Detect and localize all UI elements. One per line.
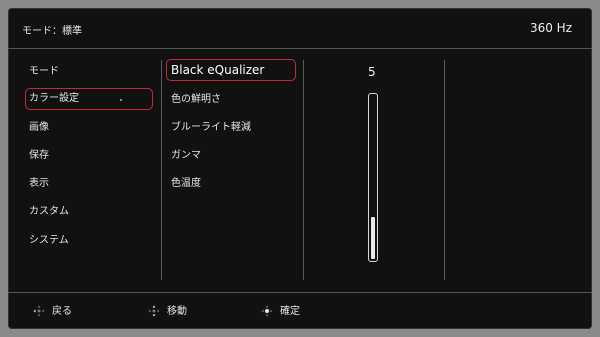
menu-item-mode[interactable]: モード — [25, 61, 153, 83]
menu-item-label: 画像 — [29, 122, 49, 133]
back-label: 戻る — [52, 306, 72, 317]
osd-panel: モード：標準 360 Hz モード カラー設定 画像 保存 表示 カスタム シス… — [8, 8, 592, 329]
submenu-item-color-vibrance[interactable]: 色の鮮明さ — [166, 89, 296, 111]
osd-footer: 戻る 移動 確定 — [8, 292, 592, 329]
menu-item-picture[interactable]: 画像 — [25, 117, 153, 139]
menu-item-custom[interactable]: カスタム — [25, 201, 153, 223]
menu-item-label: モード — [29, 66, 59, 77]
back-hint: 戻る — [32, 304, 72, 318]
menu-item-label: 表示 — [29, 178, 49, 189]
menu-item-label: カスタム — [29, 206, 69, 217]
submenu-item-label: ブルーライト軽減 — [171, 122, 251, 133]
menu-item-system[interactable]: システム — [25, 230, 153, 252]
confirm-label: 確定 — [280, 306, 300, 317]
submenu-item-gamma[interactable]: ガンマ — [166, 145, 296, 167]
submenu-item-label: 色の鮮明さ — [171, 94, 221, 105]
osd-header: モード：標準 360 Hz — [8, 8, 592, 49]
divider-left — [161, 60, 162, 280]
selection-dot — [120, 99, 122, 101]
menu-item-label: 保存 — [29, 150, 49, 161]
menu-item-color-settings[interactable]: カラー設定 — [25, 88, 153, 110]
setting-value: 5 — [368, 65, 376, 79]
menu-item-label: カラー設定 — [29, 93, 79, 104]
submenu-item-label: ガンマ — [171, 150, 201, 161]
level-slider[interactable] — [368, 93, 378, 262]
mode-label: モード：標準 — [22, 26, 82, 37]
submenu-item-color-temperature[interactable]: 色温度 — [166, 173, 296, 195]
submenu-item-black-equalizer[interactable]: Black eQualizer — [166, 59, 296, 81]
dpad-center-icon — [260, 304, 274, 318]
submenu-item-label: 色温度 — [171, 178, 201, 189]
dpad-left-icon — [32, 304, 46, 318]
menu-item-display[interactable]: 表示 — [25, 173, 153, 195]
menu-item-label: システム — [29, 235, 69, 246]
move-hint: 移動 — [147, 304, 187, 318]
divider-mid — [303, 60, 304, 280]
slider-fill — [371, 217, 375, 259]
menu-item-save[interactable]: 保存 — [25, 145, 153, 167]
submenu-item-label: Black eQualizer — [171, 63, 265, 77]
confirm-hint: 確定 — [260, 304, 300, 318]
refresh-rate-label: 360 Hz — [529, 21, 572, 35]
submenu-item-low-blue-light[interactable]: ブルーライト軽減 — [166, 117, 296, 139]
move-label: 移動 — [167, 306, 187, 317]
dpad-updown-icon — [147, 304, 161, 318]
divider-right — [444, 60, 445, 280]
